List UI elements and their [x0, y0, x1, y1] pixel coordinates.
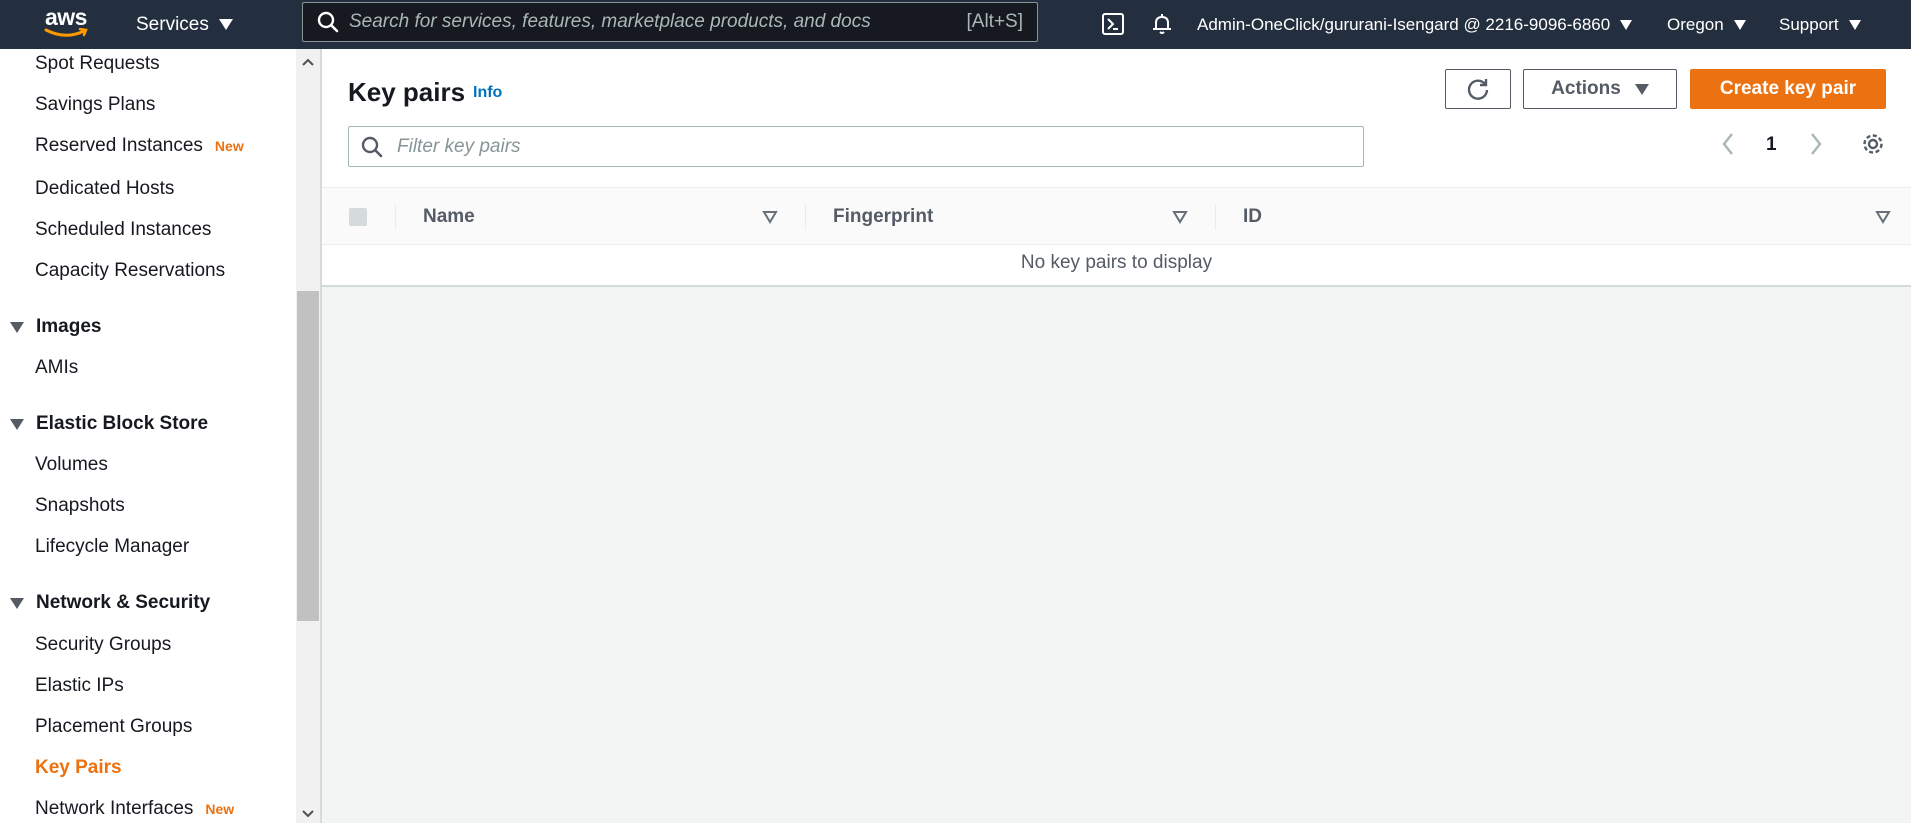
scroll-up-icon[interactable]: [301, 57, 315, 67]
column-header-name[interactable]: Name: [423, 206, 475, 228]
caret-down-icon: [10, 321, 24, 333]
scrollbar-thumb[interactable]: [297, 291, 319, 621]
table-header: Name Fingerprint ID: [322, 187, 1911, 245]
sidebar-item-label: Lifecycle Manager: [35, 536, 190, 557]
sidebar-item-label: Dedicated Hosts: [35, 178, 175, 199]
chevron-down-icon: [218, 19, 233, 30]
sidebar-item-lifecycle-manager[interactable]: Lifecycle Manager: [35, 536, 189, 558]
page-title: Key pairs: [348, 77, 466, 107]
sidebar-scrollbar[interactable]: [296, 49, 320, 823]
search-icon: [317, 11, 339, 33]
new-badge: New: [214, 138, 244, 154]
sidebar-section-images[interactable]: Images: [10, 316, 101, 338]
sidebar-item-key-pairs[interactable]: Key Pairs: [35, 757, 122, 779]
sidebar-item-label: Scheduled Instances: [35, 219, 212, 240]
region-label: Oregon: [1667, 14, 1724, 34]
support-menu[interactable]: Support: [1779, 0, 1861, 49]
column-header-fingerprint[interactable]: Fingerprint: [833, 206, 933, 228]
sidebar-item-volumes[interactable]: Volumes: [35, 454, 108, 476]
sidebar-item-label: Spot Requests: [35, 53, 160, 74]
sort-icon[interactable]: [1172, 210, 1188, 224]
top-navigation: aws Services [Alt+S] Admin-OneC: [0, 0, 1911, 49]
sidebar-item-amis[interactable]: AMIs: [35, 357, 78, 379]
sidebar-item-label: Network Interfaces: [35, 798, 194, 819]
sidebar-section-network-security[interactable]: Network & Security: [10, 592, 210, 614]
sidebar-item-savings-plans[interactable]: Savings Plans: [35, 94, 155, 116]
chevron-down-icon: [1634, 83, 1649, 95]
filter-box[interactable]: [348, 126, 1364, 167]
column-separator: [805, 204, 806, 230]
global-search[interactable]: [Alt+S]: [302, 2, 1038, 42]
account-label: Admin-OneClick/gururani-Isengard @ 2216-…: [1197, 14, 1611, 34]
search-shortcut: [Alt+S]: [966, 11, 1024, 32]
column-separator: [395, 204, 396, 230]
section-heading: Images: [36, 316, 102, 337]
sidebar-item-reserved-instances[interactable]: Reserved Instances New: [35, 135, 244, 157]
filter-input[interactable]: [397, 135, 1297, 158]
cloudshell-button[interactable]: [1098, 9, 1128, 39]
sidebar-item-capacity-reservations[interactable]: Capacity Reservations: [35, 260, 225, 282]
sidebar-item-network-interfaces[interactable]: Network Interfaces New: [35, 798, 234, 820]
sidebar-item-label: Placement Groups: [35, 716, 193, 737]
sort-icon[interactable]: [762, 210, 778, 224]
gear-icon[interactable]: [1860, 131, 1886, 157]
info-link[interactable]: Info: [473, 84, 502, 102]
caret-down-icon: [10, 418, 24, 430]
sort-icon[interactable]: [1875, 210, 1891, 224]
sidebar-item-label: Elastic IPs: [35, 675, 124, 696]
sidebar-item-security-groups[interactable]: Security Groups: [35, 634, 171, 656]
refresh-button[interactable]: [1445, 69, 1511, 109]
chevron-down-icon: [1733, 19, 1746, 30]
sidebar-item-label: Key Pairs: [35, 757, 122, 778]
sidebar-item-snapshots[interactable]: Snapshots: [35, 495, 125, 517]
chevron-down-icon: [1620, 19, 1633, 30]
search-icon: [361, 136, 383, 157]
notifications-button[interactable]: [1147, 9, 1177, 39]
chevron-down-icon: [1848, 19, 1861, 30]
aws-logo-text: aws: [45, 4, 87, 30]
key-pairs-panel: Key pairs Info Actions Create key pair 1: [322, 49, 1911, 287]
sidebar-item-label: Reserved Instances: [35, 135, 203, 156]
select-all-checkbox[interactable]: [349, 208, 367, 226]
region-menu[interactable]: Oregon: [1667, 0, 1746, 49]
services-label: Services: [136, 13, 209, 35]
chevron-right-icon[interactable]: [1808, 131, 1824, 157]
sidebar-section-elastic-block-store[interactable]: Elastic Block Store: [10, 413, 208, 435]
chevron-left-icon[interactable]: [1720, 131, 1736, 157]
sidebar-item-spot-requests[interactable]: Spot Requests: [35, 53, 160, 75]
create-key-pair-label: Create key pair: [1719, 78, 1857, 99]
sidebar-item-dedicated-hosts[interactable]: Dedicated Hosts: [35, 178, 174, 200]
sidebar-item-label: Capacity Reservations: [35, 260, 226, 281]
sidebar-item-label: Savings Plans: [35, 94, 156, 115]
sidebar-item-placement-groups[interactable]: Placement Groups: [35, 716, 192, 738]
sidebar-item-label: AMIs: [35, 357, 79, 378]
caret-down-icon: [10, 597, 24, 609]
empty-state-message: No key pairs to display: [1020, 252, 1213, 273]
actions-button[interactable]: Actions: [1523, 69, 1677, 109]
section-heading: Network & Security: [36, 592, 211, 613]
column-header-id[interactable]: ID: [1243, 206, 1262, 228]
new-badge: New: [205, 801, 235, 817]
create-key-pair-button[interactable]: Create key pair: [1690, 69, 1886, 109]
account-menu[interactable]: Admin-OneClick/gururani-Isengard @ 2216-…: [1197, 0, 1633, 49]
sidebar: Spot Requests Savings Plans Reserved Ins…: [0, 49, 296, 823]
cloudshell-icon: [1102, 13, 1124, 35]
scroll-down-icon[interactable]: [301, 809, 315, 819]
page-number[interactable]: 1: [1766, 134, 1777, 156]
sidebar-item-elastic-ips[interactable]: Elastic IPs: [35, 675, 124, 697]
sidebar-item-label: Security Groups: [35, 634, 172, 655]
section-heading: Elastic Block Store: [36, 413, 209, 434]
sidebar-item-label: Volumes: [35, 454, 108, 475]
actions-label: Actions: [1551, 78, 1621, 99]
search-input[interactable]: [349, 11, 949, 33]
support-label: Support: [1779, 14, 1839, 34]
aws-logo[interactable]: aws: [42, 6, 90, 42]
main-content: Key pairs Info Actions Create key pair 1: [322, 49, 1911, 823]
sidebar-item-label: Snapshots: [35, 495, 125, 516]
column-separator: [1215, 204, 1216, 230]
refresh-icon: [1467, 79, 1489, 100]
services-menu[interactable]: Services: [136, 0, 233, 49]
bell-icon: [1153, 14, 1171, 34]
sidebar-item-scheduled-instances[interactable]: Scheduled Instances: [35, 219, 211, 241]
